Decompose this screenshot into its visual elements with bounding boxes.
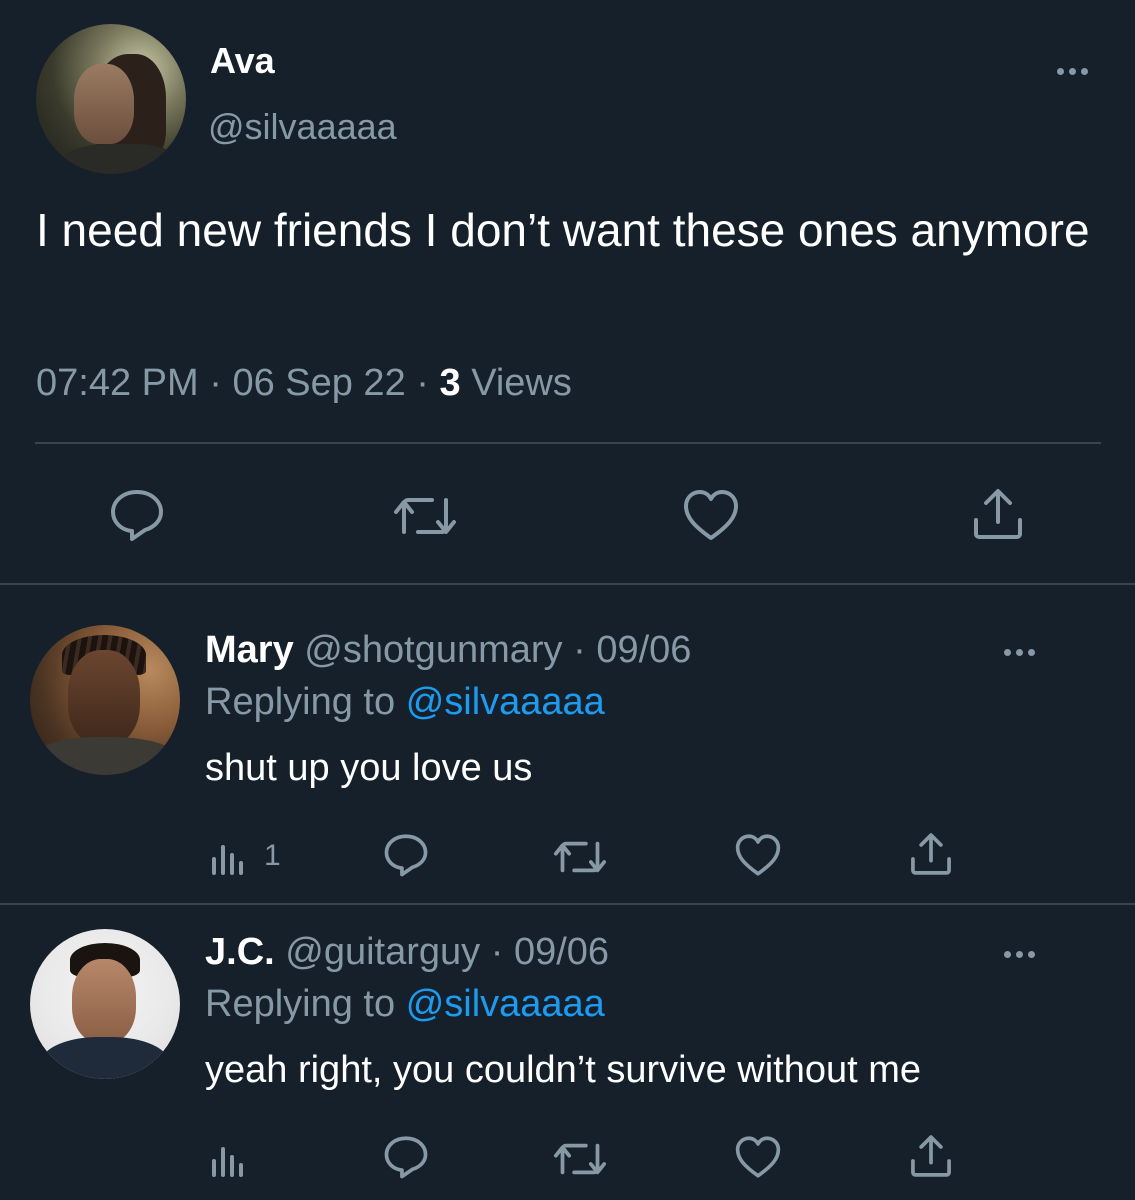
more-options-icon[interactable] xyxy=(1004,649,1035,656)
main-tweet: Ava @silvaaaaa I need new friends I don’… xyxy=(0,0,1135,585)
replying-mention[interactable]: @silvaaaaa xyxy=(406,983,605,1025)
retweet-icon[interactable] xyxy=(552,837,608,877)
reply-author-name[interactable]: J.C. xyxy=(205,931,275,973)
meta-separator: · xyxy=(416,362,440,404)
analytics-icon[interactable] xyxy=(210,1143,248,1177)
share-icon[interactable] xyxy=(970,486,1026,542)
views-label[interactable]: Views xyxy=(471,362,572,404)
reply-tweet[interactable]: J.C. @guitarguy · 09/06 Replying to @sil… xyxy=(0,905,1135,1200)
tweet-text: I need new friends I don’t want these on… xyxy=(36,204,1090,256)
author-handle[interactable]: @silvaaaaa xyxy=(208,106,397,148)
avatar-shoulder xyxy=(40,1037,170,1079)
reply-views-count: 1 xyxy=(264,839,281,872)
more-options-icon[interactable] xyxy=(1004,951,1035,958)
tweet-time[interactable]: 07:42 PM xyxy=(36,362,199,404)
avatar-shoulder xyxy=(30,737,180,775)
reply-icon[interactable] xyxy=(382,1135,430,1179)
reply-author-handle[interactable]: @guitarguy xyxy=(285,931,480,973)
analytics-icon[interactable] xyxy=(210,841,248,875)
avatar-shoulder xyxy=(56,144,186,174)
avatar-face xyxy=(72,959,136,1043)
reply-tweet[interactable]: Mary @shotgunmary · 09/06 Replying to @s… xyxy=(0,585,1135,903)
divider xyxy=(35,442,1101,444)
share-icon[interactable] xyxy=(908,1133,954,1179)
meta-separator: · xyxy=(573,629,597,671)
replying-prefix: Replying to xyxy=(205,983,396,1025)
tweet-thread: Ava @silvaaaaa I need new friends I don’… xyxy=(0,0,1135,1200)
reply-icon[interactable] xyxy=(382,833,430,877)
retweet-icon[interactable] xyxy=(552,1139,608,1179)
avatar[interactable] xyxy=(30,625,180,775)
reply-author-handle[interactable]: @shotgunmary xyxy=(304,629,562,671)
replying-prefix: Replying to xyxy=(205,681,396,723)
reply-icon[interactable] xyxy=(108,488,166,542)
avatar[interactable] xyxy=(30,929,180,1079)
tweet-meta: 07:42 PM · 06 Sep 22 · 3 Views xyxy=(36,362,572,405)
replying-to: Replying to @silvaaaaa xyxy=(205,681,605,724)
tweet-date[interactable]: 06 Sep 22 xyxy=(232,362,405,404)
reply-header: J.C. @guitarguy · 09/06 xyxy=(205,931,609,974)
reply-text: yeah right, you couldn’t survive without… xyxy=(205,1049,922,1091)
replying-to: Replying to @silvaaaaa xyxy=(205,983,605,1026)
like-icon[interactable] xyxy=(734,833,782,877)
meta-separator: · xyxy=(209,362,233,404)
avatar-face xyxy=(74,64,134,144)
views-count[interactable]: 3 xyxy=(439,362,460,404)
author-name[interactable]: Ava xyxy=(210,40,275,82)
avatar[interactable] xyxy=(36,24,186,174)
reply-date[interactable]: 09/06 xyxy=(514,931,609,973)
retweet-icon[interactable] xyxy=(392,492,458,540)
like-icon[interactable] xyxy=(682,488,740,542)
like-icon[interactable] xyxy=(734,1135,782,1179)
share-icon[interactable] xyxy=(908,831,954,877)
reply-date[interactable]: 09/06 xyxy=(596,629,691,671)
more-options-icon[interactable] xyxy=(1057,68,1088,75)
reply-text: shut up you love us xyxy=(205,747,533,789)
meta-separator: · xyxy=(490,931,514,973)
reply-author-name[interactable]: Mary xyxy=(205,629,294,671)
replying-mention[interactable]: @silvaaaaa xyxy=(406,681,605,723)
avatar-face xyxy=(68,650,140,745)
reply-header: Mary @shotgunmary · 09/06 xyxy=(205,629,691,672)
